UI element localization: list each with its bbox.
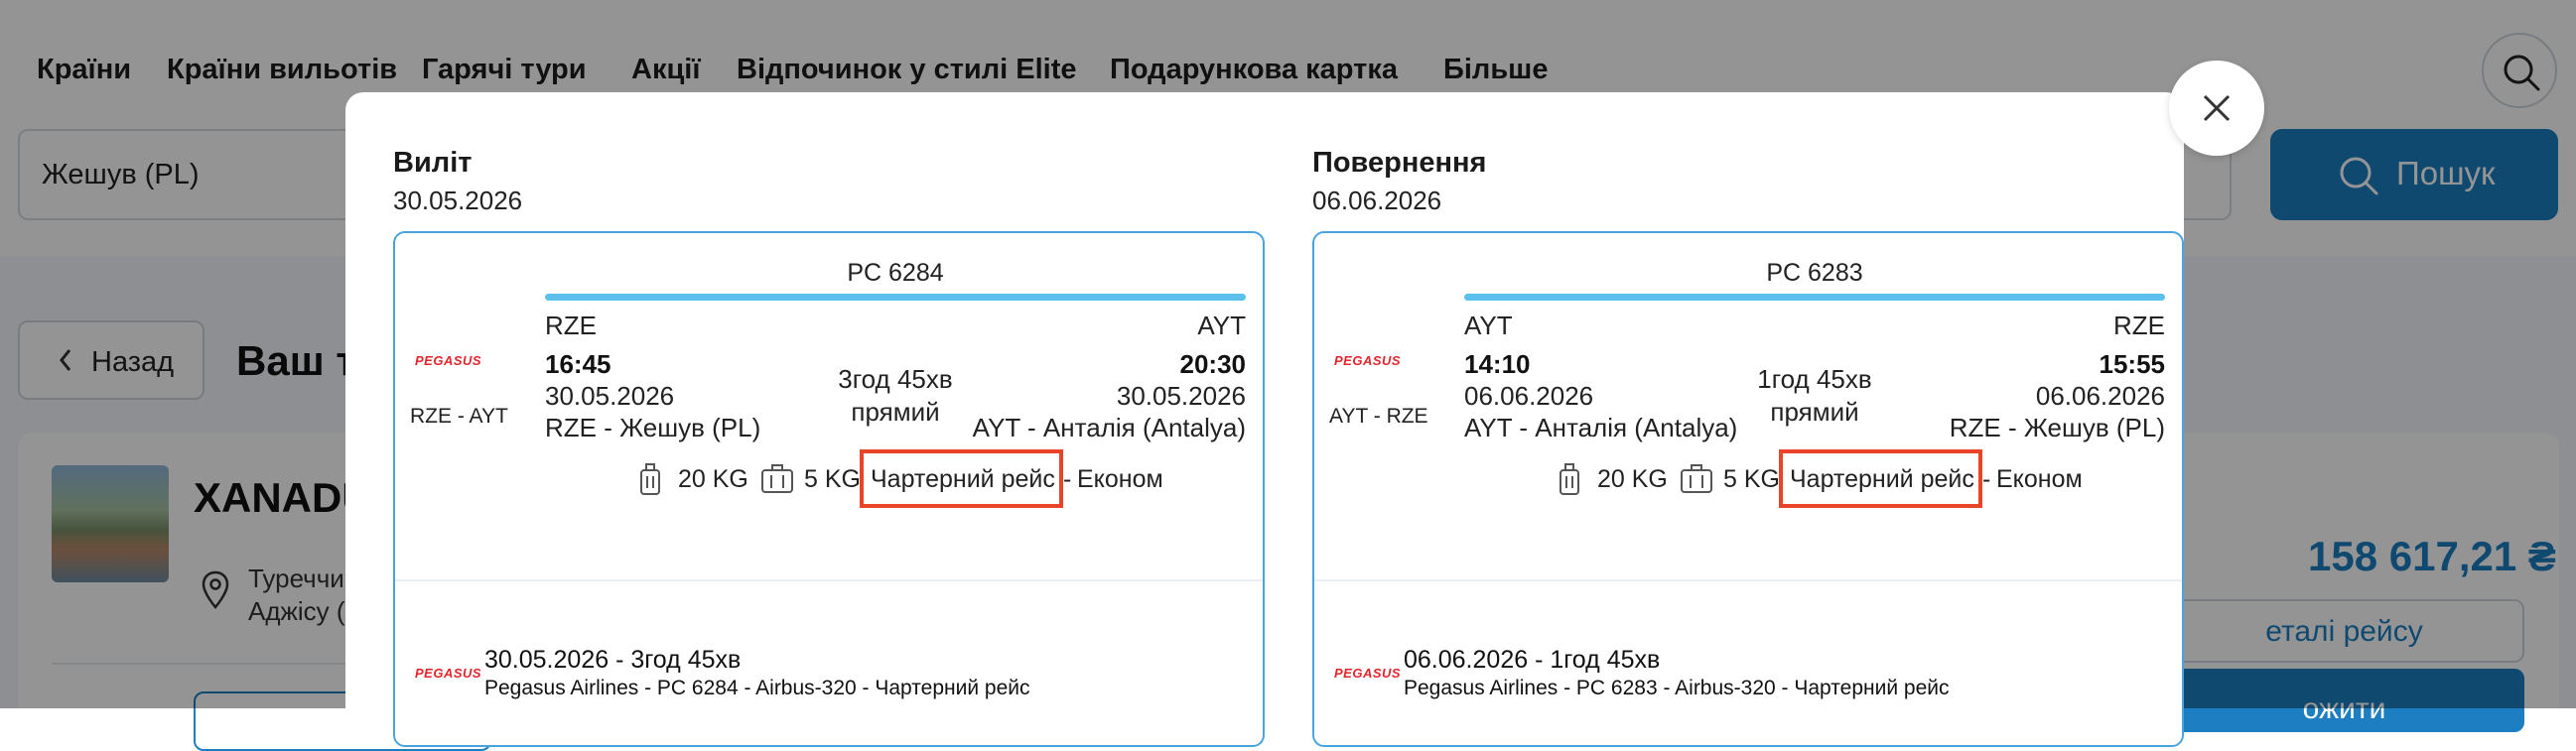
segment-date-duration: 06.06.2026 - 1год 45хв — [1404, 646, 1661, 674]
bag-icon — [761, 464, 793, 493]
flight-number: PC 6283 — [1766, 259, 1863, 287]
arrival-date-detail: 30.05.2026 — [1116, 381, 1246, 411]
flight-type-highlight — [1779, 449, 1982, 508]
departure-date-detail: 30.05.2026 — [545, 381, 675, 411]
card-divider — [395, 579, 1263, 581]
arrival-time: 15:55 — [2099, 349, 2166, 379]
departure-date-detail: 06.06.2026 — [1464, 381, 1594, 411]
departure-time: 16:45 — [545, 349, 611, 379]
route-short: RZE - AYT — [410, 405, 508, 428]
return-heading: Повернення — [1312, 147, 1487, 179]
baggage-allowance: 20 KG — [1597, 465, 1668, 493]
fare-class: Економ — [1077, 465, 1163, 493]
separator: - — [1982, 465, 1991, 493]
departure-date: 30.05.2026 — [393, 186, 523, 215]
pegasus-logo: PEGASUS — [1334, 666, 1402, 681]
arrival-date-detail: 06.06.2026 — [2035, 381, 2165, 411]
origin-code: RZE — [545, 311, 597, 340]
origin-city: AYT - Анталія (Antalya) — [1464, 413, 1738, 442]
close-icon — [2203, 94, 2231, 122]
hand-luggage: 5 KG — [1723, 465, 1780, 493]
segment-info: Pegasus Airlines - PC 6283 - Airbus-320 … — [1404, 677, 1950, 699]
modal-close-button[interactable] — [2169, 61, 2264, 156]
flight-duration: 1год 45хв — [1757, 364, 1872, 394]
departure-heading: Виліт — [393, 147, 473, 179]
arrival-time: 20:30 — [1179, 349, 1247, 379]
flight-number: PC 6284 — [847, 259, 944, 287]
flight-duration: 3год 45хв — [838, 364, 953, 394]
destination-city: RZE - Жешув (PL) — [1949, 413, 2165, 442]
destination-city: AYT - Анталія (Antalya) — [972, 413, 1246, 442]
pegasus-logo: PEGASUS — [415, 353, 482, 368]
hand-luggage: 5 KG — [804, 465, 861, 493]
card-divider — [1314, 579, 2182, 581]
destination-code: AYT — [1197, 311, 1246, 340]
bag-icon — [1681, 464, 1712, 493]
destination-code: RZE — [2113, 311, 2165, 340]
separator: - — [1063, 465, 1072, 493]
segment-date-duration: 30.05.2026 - 3год 45хв — [484, 646, 742, 674]
segment-info: Pegasus Airlines - PC 6284 - Airbus-320 … — [484, 677, 1030, 699]
departure-time: 14:10 — [1464, 349, 1531, 379]
flight-type-highlight — [860, 449, 1063, 508]
pegasus-logo: PEGASUS — [1334, 353, 1402, 368]
suitcase-icon — [640, 463, 660, 495]
suitcase-icon — [1559, 463, 1579, 495]
pegasus-logo: PEGASUS — [415, 666, 482, 681]
route-bar — [1464, 294, 2165, 301]
fare-class: Економ — [1996, 465, 2083, 493]
origin-code: AYT — [1464, 311, 1513, 340]
baggage-allowance: 20 KG — [678, 465, 748, 493]
route-bar — [545, 294, 1246, 301]
return-date: 06.06.2026 — [1312, 186, 1442, 215]
origin-city: RZE - Жешув (PL) — [545, 413, 761, 442]
route-short: AYT - RZE — [1329, 405, 1428, 428]
